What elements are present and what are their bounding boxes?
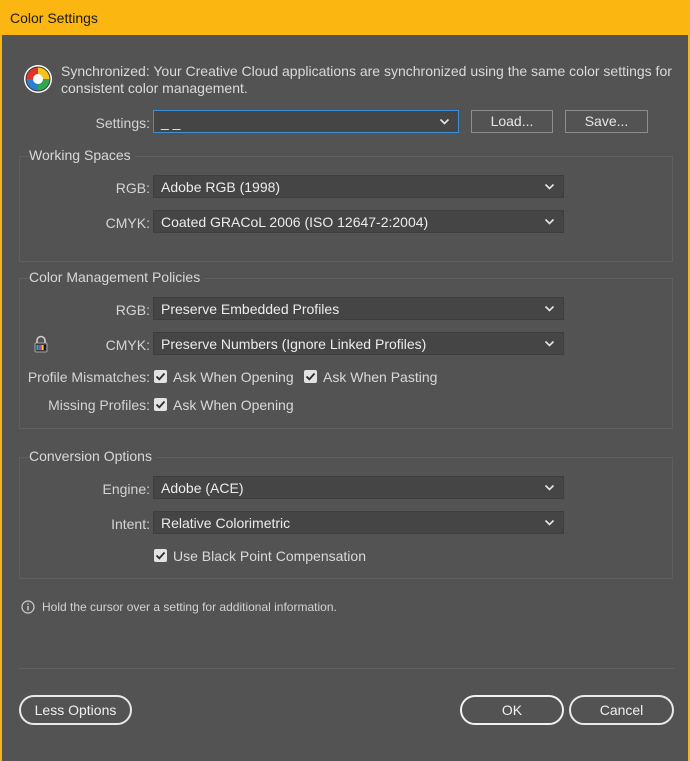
policies-title: Color Management Policies <box>29 269 205 285</box>
checkmark-icon <box>305 372 316 381</box>
ws-rgb-value: Adobe RGB (1998) <box>161 179 281 195</box>
missing-open-checkbox[interactable] <box>154 398 167 411</box>
pol-cmyk-value: Preserve Numbers (Ignore Linked Profiles… <box>161 336 427 352</box>
sync-message: Synchronized: Your Creative Cloud applic… <box>61 63 672 96</box>
intent-value: Relative Colorimetric <box>161 515 291 531</box>
load-button[interactable]: Load... <box>471 110 553 133</box>
intent-select[interactable]: Relative Colorimetric <box>153 511 564 534</box>
settings-label: Settings: <box>95 115 150 131</box>
settings-select[interactable]: _ _ <box>153 110 459 133</box>
conversion-title: Conversion Options <box>29 448 156 464</box>
ws-rgb-label: RGB: <box>115 180 150 196</box>
settings-value: _ _ <box>161 114 181 130</box>
checkmark-icon <box>155 400 166 409</box>
mismatch-open-label: Ask When Opening <box>173 369 294 385</box>
lock-icon <box>34 335 48 353</box>
save-button[interactable]: Save... <box>565 110 648 133</box>
missing-open-label: Ask When Opening <box>173 397 294 413</box>
less-options-button[interactable]: Less Options <box>19 695 132 725</box>
window-title: Color Settings <box>10 10 98 26</box>
intent-label: Intent: <box>111 516 150 532</box>
footer-divider <box>19 668 675 669</box>
chevron-down-icon <box>544 183 555 190</box>
chevron-down-icon <box>544 340 555 347</box>
pol-rgb-label: RGB: <box>115 302 150 318</box>
bpc-checkbox[interactable] <box>154 549 167 562</box>
chevron-down-icon <box>544 519 555 526</box>
mismatch-paste-label: Ask When Pasting <box>323 369 438 385</box>
ws-cmyk-value: Coated GRACoL 2006 (ISO 12647-2:2004) <box>161 214 429 230</box>
chevron-down-icon <box>439 118 450 125</box>
sync-color-wheel-icon <box>24 65 52 93</box>
chevron-down-icon <box>544 484 555 491</box>
chevron-down-icon <box>544 305 555 312</box>
ok-button[interactable]: OK <box>460 695 564 725</box>
info-text: Hold the cursor over a setting for addit… <box>42 600 337 614</box>
profile-mismatches-label: Profile Mismatches: <box>27 369 150 385</box>
working-spaces-group <box>19 156 673 262</box>
pol-rgb-value: Preserve Embedded Profiles <box>161 301 340 317</box>
engine-select[interactable]: Adobe (ACE) <box>153 476 564 499</box>
pol-rgb-select[interactable]: Preserve Embedded Profiles <box>153 297 564 320</box>
ws-cmyk-select[interactable]: Coated GRACoL 2006 (ISO 12647-2:2004) <box>153 210 564 233</box>
cancel-button[interactable]: Cancel <box>569 695 674 725</box>
info-icon <box>21 600 35 614</box>
engine-label: Engine: <box>102 481 150 497</box>
pol-cmyk-label: CMYK: <box>105 337 150 353</box>
checkmark-icon <box>155 372 166 381</box>
ws-rgb-select[interactable]: Adobe RGB (1998) <box>153 175 564 198</box>
chevron-down-icon <box>544 218 555 225</box>
bpc-label: Use Black Point Compensation <box>173 548 366 564</box>
mismatch-open-checkbox[interactable] <box>154 370 167 383</box>
checkmark-icon <box>155 551 166 560</box>
missing-profiles-label: Missing Profiles: <box>48 397 150 413</box>
pol-cmyk-select[interactable]: Preserve Numbers (Ignore Linked Profiles… <box>153 332 564 355</box>
mismatch-paste-checkbox[interactable] <box>304 370 317 383</box>
title-bar: Color Settings <box>0 0 690 35</box>
working-spaces-title: Working Spaces <box>29 147 135 163</box>
ws-cmyk-label: CMYK: <box>105 215 150 231</box>
color-settings-dialog: Synchronized: Your Creative Cloud applic… <box>2 35 688 761</box>
engine-value: Adobe (ACE) <box>161 480 244 496</box>
